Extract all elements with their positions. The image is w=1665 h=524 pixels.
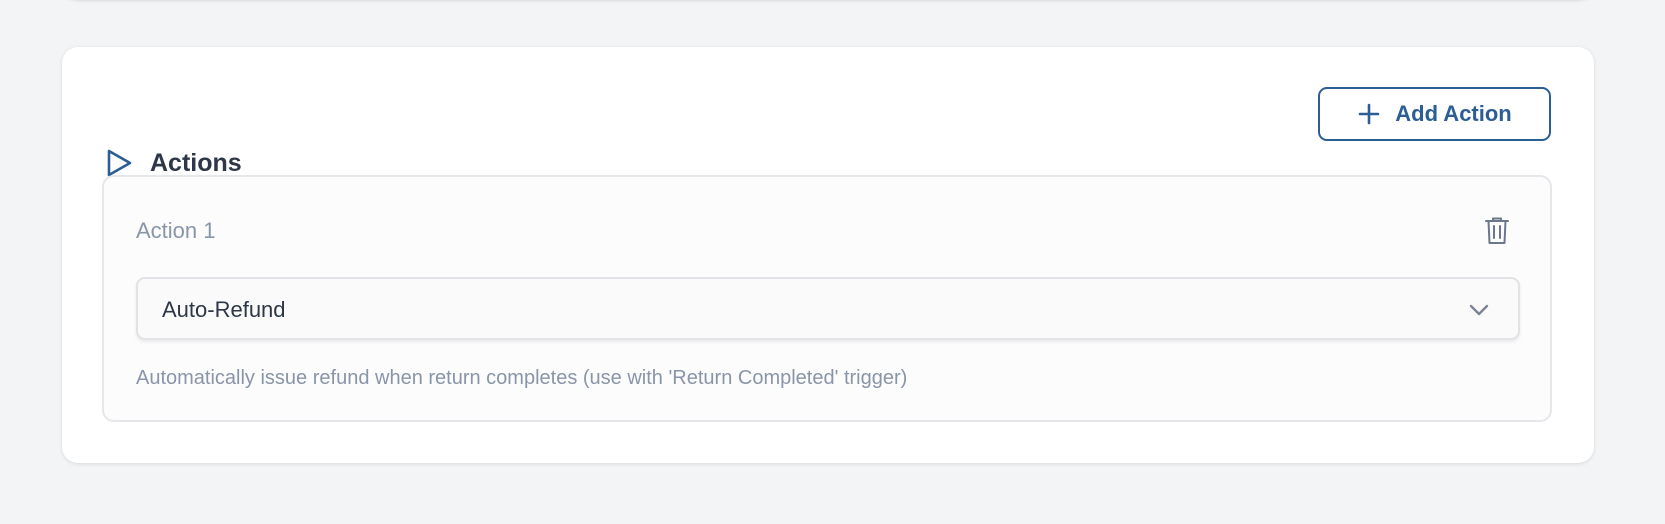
action-description: Automatically issue refund when return c… xyxy=(136,367,908,389)
action-type-select[interactable]: Auto-Refund xyxy=(136,277,1520,340)
play-icon xyxy=(107,149,132,177)
add-action-label: Add Action xyxy=(1395,101,1512,126)
delete-action-button[interactable] xyxy=(1482,215,1512,247)
page: Actions Add Action Action 1 Auto-Refund xyxy=(0,0,1665,524)
add-action-button[interactable]: Add Action xyxy=(1318,87,1551,141)
action-item: Action 1 Auto-Refund Automatically issue… xyxy=(102,175,1552,422)
chevron-down-icon xyxy=(1469,304,1489,316)
actions-card: Actions Add Action Action 1 Auto-Refund xyxy=(62,47,1594,463)
plus-icon xyxy=(1358,103,1380,125)
action-type-value: Auto-Refund xyxy=(162,297,286,322)
action-item-label: Action 1 xyxy=(136,218,216,243)
trash-icon xyxy=(1485,217,1509,244)
